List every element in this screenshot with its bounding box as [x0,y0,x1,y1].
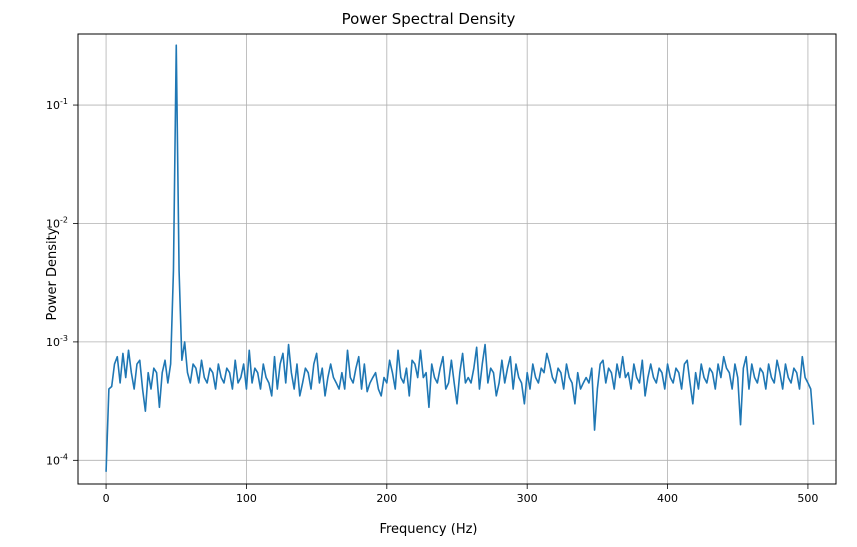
x-tick-label: 200 [376,492,397,505]
x-tick-label: 0 [103,492,110,505]
x-tick-label: 500 [797,492,818,505]
y-tick-label: 10-2 [46,215,68,230]
y-tick-label: 10-4 [46,452,68,467]
x-tick-label: 400 [657,492,678,505]
psd-line [106,45,813,472]
x-tick-label: 300 [517,492,538,505]
figure: Power Spectral Density Power Density Fre… [0,0,857,547]
axes-box [78,34,836,484]
y-tick-label: 10-1 [46,97,68,112]
x-tick-label: 100 [236,492,257,505]
y-tick-label: 10-3 [46,334,68,349]
chart-canvas: 0 100 200 300 400 500 10-4 10-3 10-2 10-1 [0,0,857,547]
